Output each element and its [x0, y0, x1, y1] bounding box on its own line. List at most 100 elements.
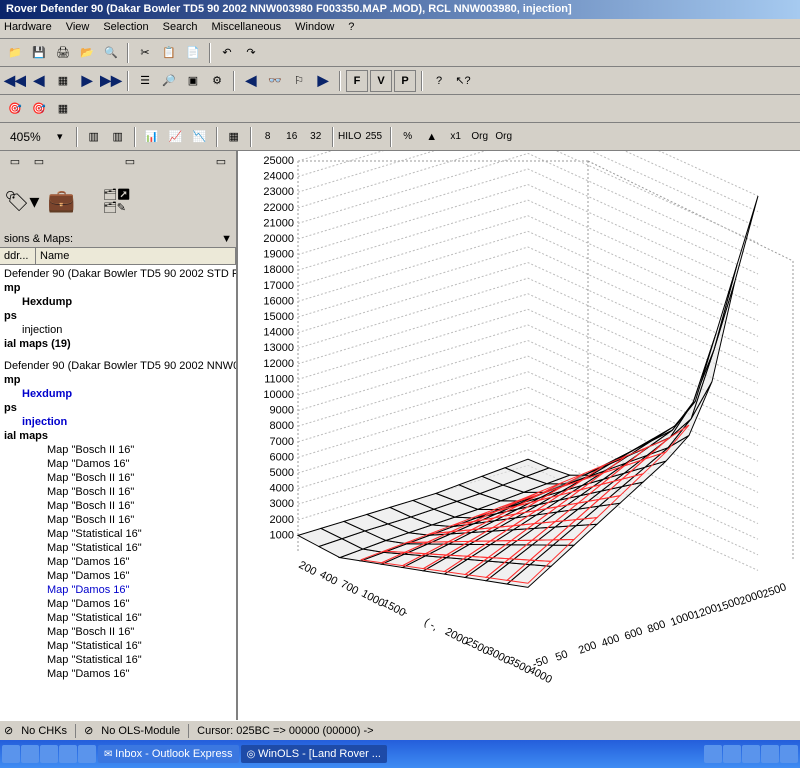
dropdown-icon[interactable]: ▼ — [221, 233, 232, 245]
menu-help[interactable]: ? — [348, 21, 354, 36]
save-icon[interactable]: 💾 — [28, 42, 50, 64]
ql-icon-4[interactable] — [59, 745, 77, 763]
tree-map-item[interactable]: Map "Statistical 16" — [2, 639, 234, 653]
org2-button[interactable]: Org — [493, 126, 515, 148]
chart-area[interactable]: 1000200030004000500060007000800090001000… — [238, 151, 800, 767]
tool-icon[interactable]: ⚙ — [206, 70, 228, 92]
binoculars-icon[interactable]: 👓 — [264, 70, 286, 92]
list-icon[interactable]: ☰ — [134, 70, 156, 92]
tree-map-item[interactable]: Map "Bosch II 16" — [2, 513, 234, 527]
nav-next-icon[interactable]: ▶ — [76, 70, 98, 92]
tree-map-item[interactable]: Map "Statistical 16" — [2, 653, 234, 667]
folder-icon[interactable]: 📂 — [76, 42, 98, 64]
tree-map-item[interactable]: Map "Bosch II 16" — [2, 499, 234, 513]
tree-mp1[interactable]: mp — [2, 281, 234, 295]
col-addr[interactable]: ddr... — [0, 248, 36, 264]
triangle-icon[interactable]: ▲ — [421, 126, 443, 148]
flag-icon[interactable]: ⚐ — [288, 70, 310, 92]
copy-icon[interactable]: 📋 — [158, 42, 180, 64]
menu-hardware[interactable]: Hardware — [4, 21, 52, 36]
tree-project2[interactable]: Defender 90 (Dakar Bowler TD5 90 2002 NN… — [2, 359, 234, 373]
bars1-icon[interactable]: ▥ — [83, 126, 105, 148]
tree-view[interactable]: Defender 90 (Dakar Bowler TD5 90 2002 ST… — [0, 265, 236, 767]
menu-misc[interactable]: Miscellaneous — [211, 21, 281, 36]
tree-map-item[interactable]: Map "Damos 16" — [2, 569, 234, 583]
redo-icon[interactable]: ↷ — [240, 42, 262, 64]
tag-icon[interactable]: 🏷▾ — [4, 189, 39, 214]
grid-icon[interactable]: ▦ — [52, 70, 74, 92]
tree-map-item[interactable]: Map "Statistical 16" — [2, 541, 234, 555]
tree-map-item[interactable]: Map "Statistical 16" — [2, 527, 234, 541]
open-icon[interactable]: 📁 — [4, 42, 26, 64]
tree-map-item[interactable]: Map "Bosch II 16" — [2, 485, 234, 499]
ql-icon-1[interactable] — [2, 745, 20, 763]
x1-button[interactable]: x1 — [445, 126, 467, 148]
menu-selection[interactable]: Selection — [103, 21, 148, 36]
tray-icon-1[interactable] — [704, 745, 722, 763]
ql-icon-5[interactable] — [78, 745, 96, 763]
panel-btn1[interactable]: ▭ — [4, 151, 26, 172]
tree-map-item[interactable]: Map "Bosch II 16" — [2, 443, 234, 457]
tree-ps2[interactable]: ps — [2, 401, 234, 415]
ql-icon-2[interactable] — [21, 745, 39, 763]
grid2-icon[interactable]: ▦ — [223, 126, 245, 148]
tray-icon-2[interactable] — [723, 745, 741, 763]
tree-project1[interactable]: Defender 90 (Dakar Bowler TD5 90 2002 ST… — [2, 267, 234, 281]
tree-map-item[interactable]: Map "Statistical 16" — [2, 611, 234, 625]
tree-map-item[interactable]: Map "Bosch II 16" — [2, 471, 234, 485]
tree-mp2[interactable]: mp — [2, 373, 234, 387]
chart2-icon[interactable]: 📈 — [165, 126, 187, 148]
help-icon[interactable]: ? — [428, 70, 450, 92]
tree-map-item[interactable]: Map "Damos 16" — [2, 457, 234, 471]
edit-map-icon[interactable]: 🗂✎ — [103, 201, 131, 214]
tree-ialmaps2[interactable]: ial maps — [2, 429, 234, 443]
menu-window[interactable]: Window — [295, 21, 334, 36]
cut-icon[interactable]: ✂ — [134, 42, 156, 64]
bookmark-icon[interactable]: ▣ — [182, 70, 204, 92]
nav-first-icon[interactable]: ◀◀ — [4, 70, 26, 92]
tree-hexdump2[interactable]: Hexdump — [2, 387, 234, 401]
percent-button[interactable]: % — [397, 126, 419, 148]
org1-button[interactable]: Org — [469, 126, 491, 148]
tree-hexdump1[interactable]: Hexdump — [2, 295, 234, 309]
tree-map-item[interactable]: Map "Damos 16" — [2, 583, 234, 597]
chart1-icon[interactable]: 📊 — [141, 126, 163, 148]
taskbar-winols[interactable]: ◎ WinOLS - [Land Rover ... — [241, 745, 387, 763]
menu-search[interactable]: Search — [163, 21, 198, 36]
tray-icon-3[interactable] — [742, 745, 760, 763]
nav-last-icon[interactable]: ▶▶ — [100, 70, 122, 92]
find-icon[interactable]: 🔎 — [158, 70, 180, 92]
marker2-icon[interactable]: 🎯 — [28, 98, 50, 120]
col-name[interactable]: Name — [36, 248, 236, 264]
zoom-value[interactable]: 405% — [4, 130, 47, 144]
tree-ps1[interactable]: ps — [2, 309, 234, 323]
tree-map-item[interactable]: Map "Damos 16" — [2, 667, 234, 681]
panel-btn2[interactable]: ▭ — [28, 151, 50, 172]
chart3-icon[interactable]: 📉 — [189, 126, 211, 148]
new-map-icon[interactable]: 🗂↗ — [103, 188, 131, 201]
p-button[interactable]: P — [394, 70, 416, 92]
marker1-icon[interactable]: 🎯 — [4, 98, 26, 120]
hash-icon[interactable]: ▦ — [52, 98, 74, 120]
print-icon[interactable]: 🖨 — [52, 42, 74, 64]
tree-map-item[interactable]: Map "Damos 16" — [2, 597, 234, 611]
ff255-button[interactable]: 255 — [363, 126, 385, 148]
undo-icon[interactable]: ↶ — [216, 42, 238, 64]
whatsthis-icon[interactable]: ↖? — [452, 70, 474, 92]
panel-btn4[interactable]: ▭ — [210, 151, 232, 172]
panel-btn3[interactable]: ▭ — [119, 151, 141, 172]
tree-injection1[interactable]: injection — [2, 323, 234, 337]
taskbar-outlook[interactable]: ✉ Inbox - Outlook Express — [98, 745, 239, 763]
briefcase-icon[interactable]: 💼 — [47, 188, 74, 214]
bit8-button[interactable]: 8 — [257, 126, 279, 148]
bit16-button[interactable]: 16 — [281, 126, 303, 148]
search-icon[interactable]: 🔍 — [100, 42, 122, 64]
tree-map-item[interactable]: Map "Damos 16" — [2, 555, 234, 569]
v-button[interactable]: V — [370, 70, 392, 92]
f-button[interactable]: F — [346, 70, 368, 92]
tree-injection2[interactable]: injection — [2, 415, 234, 429]
tray-icon-5[interactable] — [780, 745, 798, 763]
tree-ialmaps1[interactable]: ial maps (19) — [2, 337, 234, 351]
forward-icon[interactable]: ▶ — [312, 70, 334, 92]
menu-view[interactable]: View — [66, 21, 90, 36]
